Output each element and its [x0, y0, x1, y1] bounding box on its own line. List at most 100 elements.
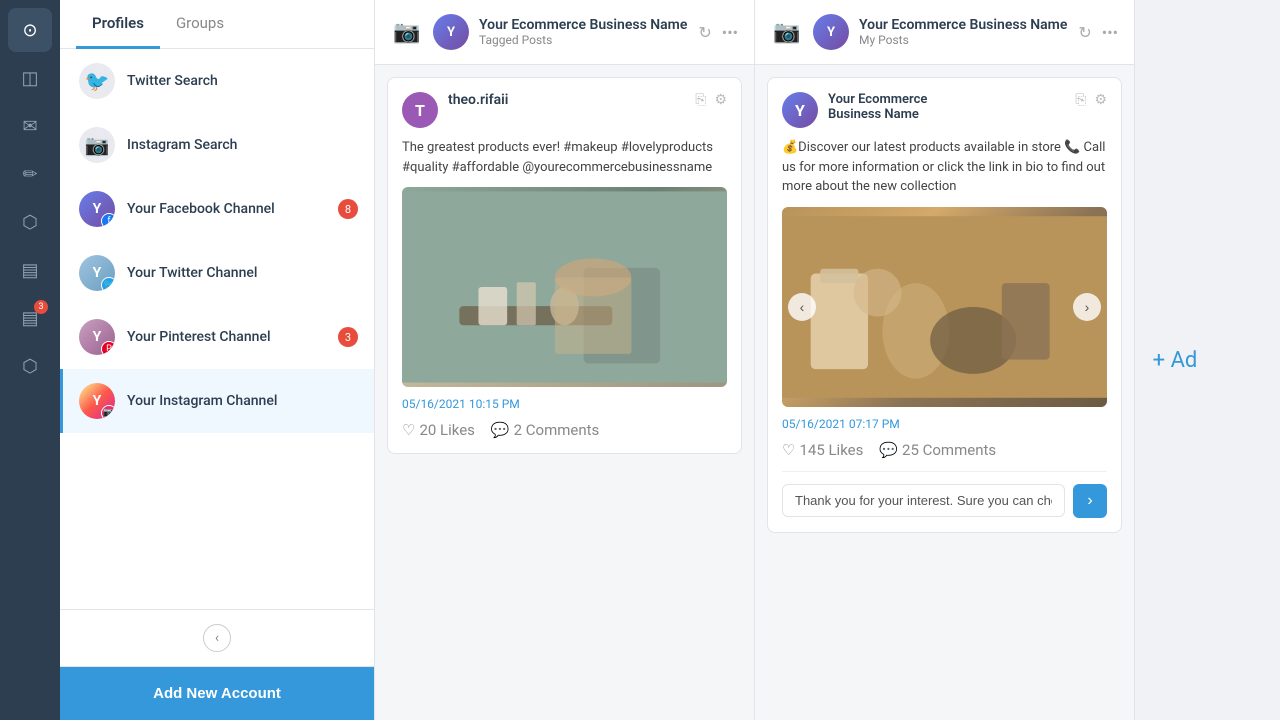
post-image-1 — [402, 187, 727, 387]
post-header-actions-1: ⎘ ⚙ — [695, 92, 727, 108]
nav-messages[interactable]: ✉ — [8, 104, 52, 148]
post-user-info-2: Your Ecommerce Business Name — [828, 92, 1065, 122]
sidebar-item-instagram-label: Your Instagram Channel — [127, 393, 358, 409]
sidebar-item-twitter-label: Your Twitter Channel — [127, 265, 358, 281]
feed-column-myposts: 📷 Y Your Ecommerce Business Name My Post… — [755, 0, 1135, 720]
column-subtitle-1: Tagged Posts — [479, 33, 688, 47]
instagram-channel-avatar: Y 📷 — [79, 383, 115, 419]
post-footer-1: ♡ 20 Likes 💬 2 Comments — [402, 421, 727, 439]
tab-profiles[interactable]: Profiles — [76, 0, 160, 49]
post-card-1: T theo.rifaii ⎘ ⚙ The greatest products … — [387, 77, 742, 454]
more-button-1[interactable]: ••• — [722, 23, 738, 42]
sidebar-collapse-button[interactable]: ‹ — [203, 624, 231, 652]
post-header-2: Y Your Ecommerce Business Name ⎘ ⚙ — [782, 92, 1107, 128]
reply-input[interactable] — [782, 484, 1065, 517]
pinterest-unread-badge: 3 — [338, 327, 358, 347]
post-comments-2[interactable]: 💬 25 Comments — [879, 441, 996, 459]
twitter-search-icon: 🐦 — [79, 63, 115, 99]
post-timestamp-1: 05/16/2021 10:15 PM — [402, 397, 727, 411]
post-archive-icon-1[interactable]: ⎘ — [695, 92, 706, 108]
sidebar-item-pinterest-label: Your Pinterest Channel — [127, 329, 326, 345]
post-header-1: T theo.rifaii ⎘ ⚙ — [402, 92, 727, 128]
feed-column-tagged: 📷 Y Your Ecommerce Business Name Tagged … — [375, 0, 755, 720]
pinterest-channel-avatar: Y P — [79, 319, 115, 355]
nav-compose[interactable]: ✏ — [8, 152, 52, 196]
column-ig-icon-2: 📷 — [771, 16, 803, 48]
add-column-button[interactable]: + Ad — [1135, 0, 1215, 720]
post-timestamp-2: 05/16/2021 07:17 PM — [782, 417, 1107, 431]
sidebar-item-facebook-channel[interactable]: Y f Your Facebook Channel 8 — [60, 177, 374, 241]
column-avatar-2: Y — [813, 14, 849, 50]
sidebar-item-instagram-channel[interactable]: Y 📷 Your Instagram Channel — [60, 369, 374, 433]
post-username-1: theo.rifaii — [448, 92, 685, 108]
nav-dashboard[interactable]: ⊙ — [8, 8, 52, 52]
heart-icon-1: ♡ — [402, 421, 415, 439]
post-footer-2: ♡ 145 Likes 💬 25 Comments — [782, 441, 1107, 459]
facebook-channel-avatar: Y f — [79, 191, 115, 227]
post-settings-icon-2[interactable]: ⚙ — [1094, 92, 1107, 108]
column-header-myposts: 📷 Y Your Ecommerce Business Name My Post… — [755, 0, 1134, 65]
far-left-nav: ⊙ ◫ ✉ ✏ ⬡ ▤ ▤ 3 ⬡ — [0, 0, 60, 720]
sidebar: Profiles Groups 🐦 Twitter Search 📷 Insta… — [60, 0, 375, 720]
column-body-2: Y Your Ecommerce Business Name ⎘ ⚙ 💰Disc… — [755, 65, 1134, 720]
nav-tools[interactable]: ⬡ — [8, 344, 52, 388]
carousel-prev-button[interactable]: ‹ — [788, 293, 816, 321]
comment-icon-2: 💬 — [879, 441, 898, 459]
post-likes-1[interactable]: ♡ 20 Likes — [402, 421, 475, 439]
nav-content[interactable]: ▤ 3 — [8, 296, 52, 340]
tab-groups[interactable]: Groups — [160, 0, 240, 49]
post-comments-1[interactable]: 💬 2 Comments — [491, 421, 599, 439]
column-actions-2: ↻ ••• — [1078, 23, 1118, 42]
reply-send-button[interactable]: › — [1073, 484, 1107, 518]
column-info-2: Your Ecommerce Business Name My Posts — [859, 17, 1068, 47]
post-likes-2[interactable]: ♡ 145 Likes — [782, 441, 863, 459]
post-username-2: Your Ecommerce Business Name — [828, 92, 1065, 122]
nav-content-badge: 3 — [34, 300, 48, 314]
sidebar-list: 🐦 Twitter Search 📷 Instagram Search Y f … — [60, 49, 374, 609]
column-subtitle-2: My Posts — [859, 33, 1068, 47]
post-user-info-1: theo.rifaii — [448, 92, 685, 108]
nav-analytics[interactable]: ◫ — [8, 56, 52, 100]
feed-columns: 📷 Y Your Ecommerce Business Name Tagged … — [375, 0, 1280, 720]
post-avatar-2: Y — [782, 92, 818, 128]
post-body-2: 💰Discover our latest products available … — [782, 138, 1107, 197]
sidebar-item-pinterest-channel[interactable]: Y P Your Pinterest Channel 3 — [60, 305, 374, 369]
post-image-svg-1 — [402, 187, 727, 387]
likes-count-2: 145 Likes — [799, 441, 863, 459]
sidebar-item-instagram-search-label: Instagram Search — [127, 137, 358, 153]
add-column-icon: + Ad — [1153, 348, 1198, 373]
main-content: 📷 Y Your Ecommerce Business Name Tagged … — [375, 0, 1280, 720]
column-ig-icon-1: 📷 — [391, 16, 423, 48]
post-avatar-1: T — [402, 92, 438, 128]
sidebar-collapse-area: ‹ — [60, 609, 374, 666]
carousel-next-button[interactable]: › — [1073, 293, 1101, 321]
facebook-unread-badge: 8 — [338, 199, 358, 219]
post-card-2: Y Your Ecommerce Business Name ⎘ ⚙ 💰Disc… — [767, 77, 1122, 533]
facebook-badge-icon: f — [101, 213, 115, 227]
reply-area: › — [782, 471, 1107, 518]
refresh-button-2[interactable]: ↻ — [1078, 23, 1091, 42]
sidebar-item-twitter-search[interactable]: 🐦 Twitter Search — [60, 49, 374, 113]
heart-icon-2: ♡ — [782, 441, 795, 459]
likes-count-1: 20 Likes — [419, 421, 474, 439]
post-body-1: The greatest products ever! #makeup #lov… — [402, 138, 727, 177]
column-header-tagged: 📷 Y Your Ecommerce Business Name Tagged … — [375, 0, 754, 65]
instagram-badge-icon: 📷 — [101, 405, 115, 419]
nav-reports[interactable]: ▤ — [8, 248, 52, 292]
post-settings-icon-1[interactable]: ⚙ — [714, 92, 727, 108]
nav-network[interactable]: ⬡ — [8, 200, 52, 244]
column-body-1: T theo.rifaii ⎘ ⚙ The greatest products … — [375, 65, 754, 720]
refresh-button-1[interactable]: ↻ — [698, 23, 711, 42]
more-button-2[interactable]: ••• — [1102, 23, 1118, 42]
add-account-area: Add New Account — [60, 666, 374, 720]
sidebar-item-twitter-channel[interactable]: Y 🐦 Your Twitter Channel — [60, 241, 374, 305]
pinterest-badge-icon: P — [101, 341, 115, 355]
twitter-badge-icon: 🐦 — [101, 277, 115, 291]
post-archive-icon-2[interactable]: ⎘ — [1075, 92, 1086, 108]
comment-icon-1: 💬 — [491, 421, 510, 439]
sidebar-item-instagram-search[interactable]: 📷 Instagram Search — [60, 113, 374, 177]
sidebar-item-facebook-label: Your Facebook Channel — [127, 201, 326, 217]
post-header-actions-2: ⎘ ⚙ — [1075, 92, 1107, 108]
column-avatar-1: Y — [433, 14, 469, 50]
add-new-account-button[interactable]: Add New Account — [60, 667, 374, 720]
